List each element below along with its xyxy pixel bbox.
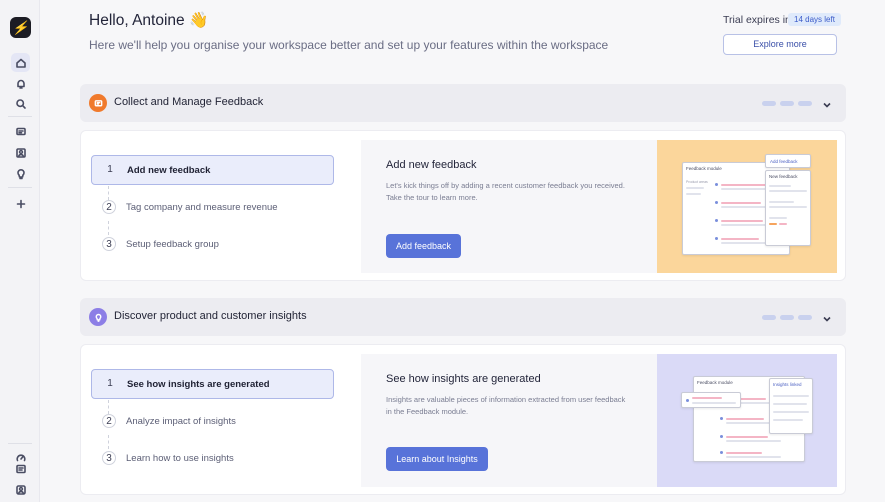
step-label: Add new feedback — [127, 164, 211, 176]
step-number: 3 — [102, 237, 116, 251]
notes-icon[interactable] — [11, 459, 30, 478]
section-title: Collect and Manage Feedback — [114, 96, 264, 108]
step-item[interactable]: 2 Analyze impact of insights — [91, 406, 334, 436]
bell-icon[interactable] — [11, 74, 30, 93]
step-label: Setup feedback group — [126, 238, 219, 250]
step-item[interactable]: 3 Learn how to use insights — [91, 443, 334, 473]
section-header-feedback[interactable]: Collect and Manage Feedback — [80, 84, 846, 122]
mock-highlight-row — [681, 392, 741, 408]
step-label: Tag company and measure revenue — [126, 201, 278, 213]
app-logo[interactable]: ⚡ — [10, 17, 31, 38]
section-card-insights: 1 See how insights are generated 2 Analy… — [80, 344, 846, 495]
feedback-illustration: Feedback module Product areas Add feedba… — [657, 140, 837, 273]
step-number: 3 — [102, 451, 116, 465]
contacts-icon[interactable] — [11, 143, 30, 162]
step-detail-description: Insights are valuable pieces of informat… — [386, 395, 626, 416]
step-detail-title: Add new feedback — [386, 159, 477, 171]
step-number: 2 — [102, 200, 116, 214]
progress-dots — [762, 101, 812, 106]
step-detail-title: See how insights are generated — [386, 373, 541, 385]
sidebar-divider — [8, 187, 32, 188]
step-number: 1 — [107, 164, 113, 175]
step-detail-description: Let's kick things off by adding a recent… — [386, 181, 625, 202]
step-detail-panel: See how insights are generated Insights … — [361, 354, 657, 487]
lightbulb-icon — [89, 308, 107, 326]
step-detail-panel: Add new feedback Let's kick things off b… — [361, 140, 657, 273]
trial-label: Trial expires in — [723, 14, 791, 26]
section-title: Discover product and customer insights — [114, 310, 307, 322]
insights-illustration: Feedback module Insights linked — [657, 354, 837, 487]
step-item[interactable]: 2 Tag company and measure revenue — [91, 192, 334, 222]
sidebar: ⚡ — [0, 0, 40, 502]
step-label: Analyze impact of insights — [126, 415, 236, 427]
mock-insights-panel: Insights linked — [769, 378, 813, 434]
step-number: 1 — [107, 378, 113, 389]
sidebar-divider — [8, 443, 32, 444]
step-item[interactable]: 1 See how insights are generated — [91, 369, 334, 399]
message-icon[interactable] — [11, 122, 30, 141]
chevron-down-icon[interactable] — [822, 97, 832, 108]
mock-side-panel: New feedback — [765, 170, 811, 246]
trial-badge: 14 days left — [788, 13, 841, 26]
explore-more-button[interactable]: Explore more — [723, 34, 837, 55]
sidebar-divider — [8, 116, 32, 117]
step-item[interactable]: 3 Setup feedback group — [91, 229, 334, 259]
step-label: See how insights are generated — [127, 378, 270, 390]
home-icon[interactable] — [11, 53, 30, 72]
step-label: Learn how to use insights — [126, 452, 234, 464]
insights-icon[interactable] — [11, 164, 30, 183]
add-feedback-button[interactable]: Add feedback — [386, 234, 461, 258]
step-number: 2 — [102, 414, 116, 428]
section-header-insights[interactable]: Discover product and customer insights — [80, 298, 846, 336]
progress-dots — [762, 315, 812, 320]
feedback-icon — [89, 94, 107, 112]
section-card-feedback: 1 Add new feedback 2 Tag company and mea… — [80, 130, 846, 281]
mock-add-button: Add feedback — [765, 154, 811, 168]
step-item[interactable]: 1 Add new feedback — [91, 155, 334, 185]
profile-icon[interactable] — [11, 480, 30, 499]
page-title: Hello, Antoine 👋 — [89, 12, 209, 29]
plus-icon[interactable] — [11, 194, 30, 213]
search-icon[interactable] — [11, 94, 30, 113]
page-subtitle: Here we'll help you organise your worksp… — [89, 38, 609, 52]
learn-about-insights-button[interactable]: Learn about Insights — [386, 447, 488, 471]
chevron-down-icon[interactable] — [822, 311, 832, 322]
